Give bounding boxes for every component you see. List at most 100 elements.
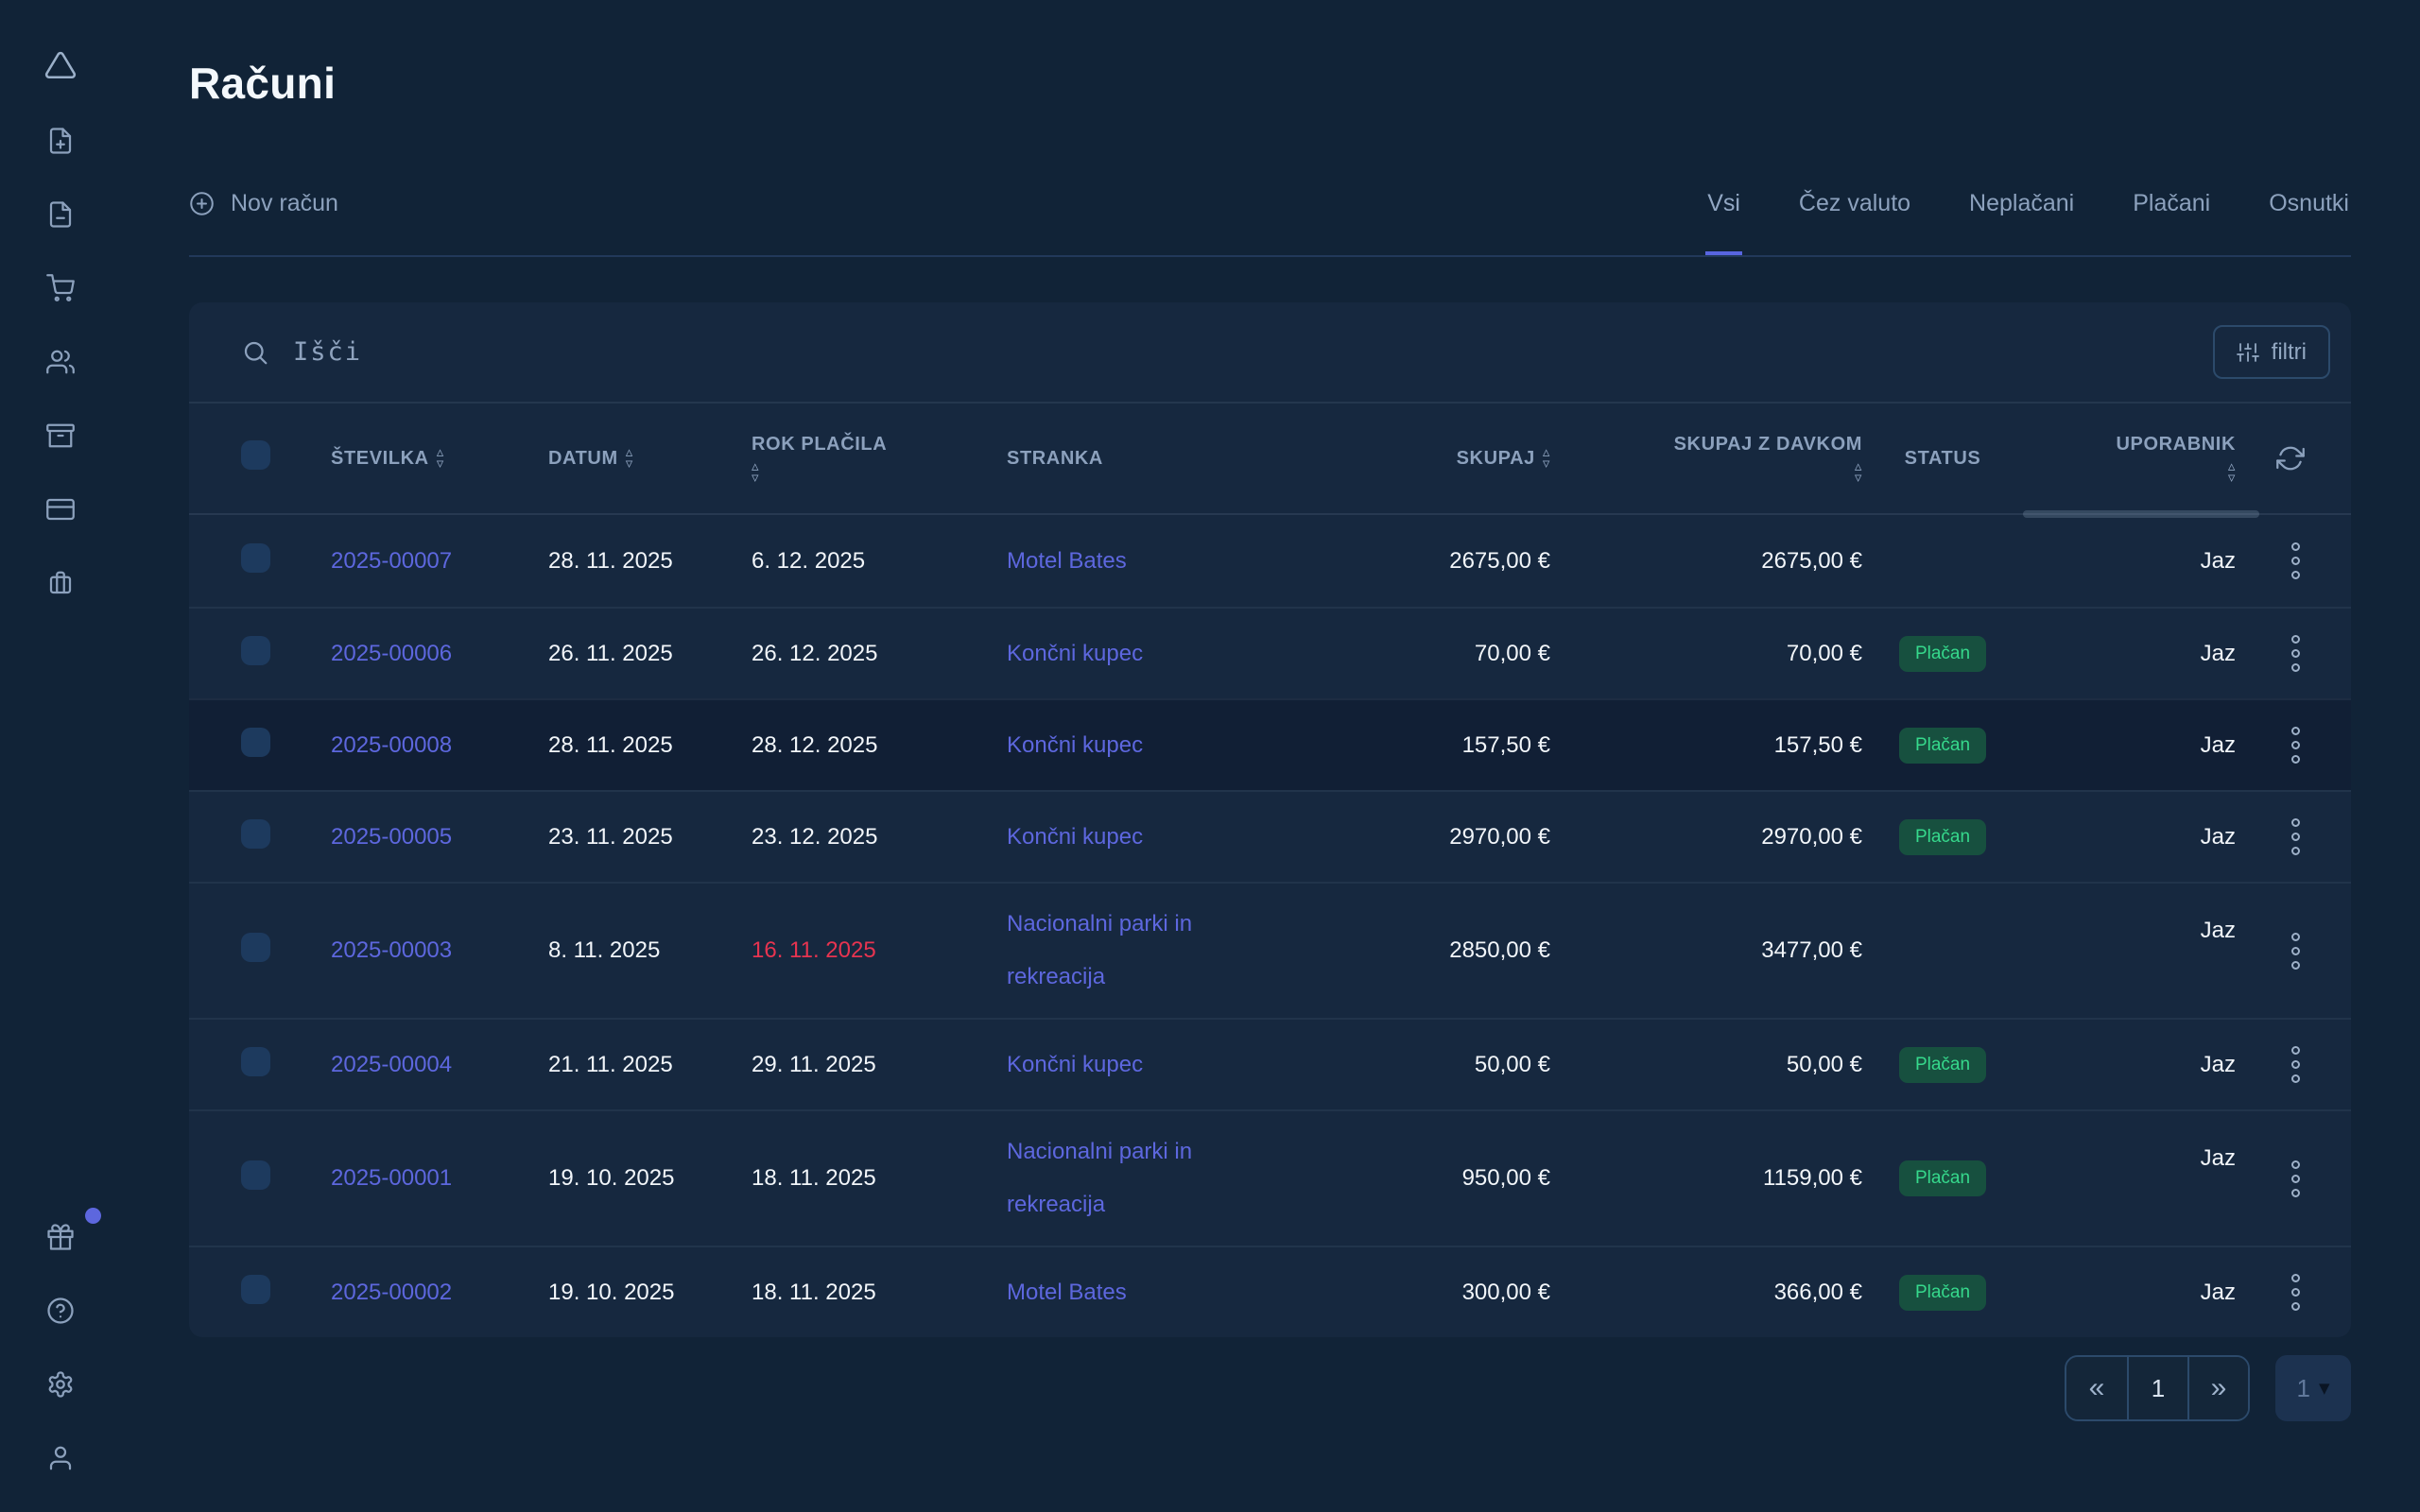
file-minus-icon[interactable]: [46, 200, 75, 229]
kebab-menu-icon[interactable]: [2286, 1268, 2306, 1316]
due-date: 18. 11. 2025: [752, 1280, 1007, 1306]
customer-link[interactable]: Končni kupec: [1007, 627, 1143, 680]
due-date: 28. 12. 2025: [752, 732, 1007, 759]
archive-icon[interactable]: [46, 421, 75, 450]
invoice-date: 19. 10. 2025: [548, 1280, 752, 1306]
search-row: filtri: [189, 302, 2351, 402]
kebab-menu-icon[interactable]: [2286, 813, 2306, 861]
current-page[interactable]: 1: [2127, 1357, 2187, 1419]
kebab-menu-icon[interactable]: [2286, 927, 2306, 975]
row-checkbox[interactable]: [241, 636, 270, 665]
horizontal-scrollbar-thumb[interactable]: [2023, 510, 2259, 518]
total-with-tax-amount: 50,00 €: [1550, 1052, 1862, 1078]
invoice-number-link[interactable]: 2025-00002: [331, 1280, 452, 1305]
sidebar: [0, 0, 121, 1512]
kebab-menu-icon[interactable]: [2286, 1155, 2306, 1203]
kebab-menu-icon[interactable]: [2286, 537, 2306, 585]
tab-vsi[interactable]: Vsi: [1705, 190, 1742, 255]
customer-link[interactable]: Motel Bates: [1007, 535, 1127, 588]
table-header: ŠTEVILKA ▵▿ DATUM ▵▿ ROK PLAČILA ▵▿ STRA…: [189, 402, 2351, 515]
row-checkbox[interactable]: [241, 819, 270, 849]
customer-link[interactable]: Končni kupec: [1007, 1039, 1143, 1091]
invoice-number-link[interactable]: 2025-00004: [331, 1052, 452, 1077]
settings-gear-icon[interactable]: [46, 1370, 75, 1399]
user-name: Jaz: [2023, 732, 2259, 759]
credit-card-icon[interactable]: [46, 495, 75, 524]
prev-page-button[interactable]: «: [2066, 1357, 2127, 1419]
refresh-icon[interactable]: [2276, 444, 2305, 472]
logo-triangle-icon[interactable]: [44, 49, 77, 81]
user-name: Jaz: [2023, 884, 2259, 944]
table-row: 2025-0000828. 11. 202528. 12. 2025Končni…: [189, 698, 2351, 790]
briefcase-icon[interactable]: [46, 569, 75, 597]
sort-icon[interactable]: ▵▿: [1855, 461, 1862, 484]
sort-icon[interactable]: ▵▿: [752, 461, 759, 484]
customer-link[interactable]: Nacionalni parki in rekreacija: [1007, 1125, 1229, 1231]
column-header-skupaj[interactable]: SKUPAJ ▵▿: [1371, 447, 1550, 470]
total-amount: 70,00 €: [1371, 641, 1550, 667]
invoice-number-link[interactable]: 2025-00001: [331, 1165, 452, 1191]
sort-icon[interactable]: ▵▿: [1543, 447, 1550, 470]
pager-control: « 1 »: [2065, 1355, 2250, 1421]
table-body: 2025-0000728. 11. 20256. 12. 2025Motel B…: [189, 515, 2351, 1337]
pagination: « 1 » 1 ▼: [189, 1355, 2351, 1421]
kebab-menu-icon[interactable]: [2286, 1040, 2306, 1089]
tab-cez-valuto[interactable]: Čez valuto: [1797, 190, 1912, 255]
column-header-datum[interactable]: DATUM ▵▿: [548, 447, 752, 470]
kebab-menu-icon[interactable]: [2286, 629, 2306, 678]
file-plus-icon[interactable]: [46, 127, 75, 155]
column-header-skupaj-z-davkom[interactable]: SKUPAJ Z DAVKOM ▵▿: [1550, 434, 1862, 484]
row-checkbox[interactable]: [241, 1160, 270, 1190]
column-header-status: STATUS: [1862, 448, 2023, 470]
users-icon[interactable]: [46, 348, 75, 376]
invoice-number-link[interactable]: 2025-00006: [331, 641, 452, 666]
kebab-menu-icon[interactable]: [2286, 721, 2306, 769]
user-name: Jaz: [2023, 641, 2259, 667]
user-icon[interactable]: [46, 1444, 75, 1472]
total-with-tax-amount: 366,00 €: [1550, 1280, 1862, 1306]
invoice-number-link[interactable]: 2025-00008: [331, 732, 452, 758]
user-name: Jaz: [2023, 1111, 2259, 1172]
sort-icon[interactable]: ▵▿: [437, 447, 444, 470]
invoice-number-link[interactable]: 2025-00005: [331, 824, 452, 850]
row-checkbox[interactable]: [241, 728, 270, 757]
row-checkbox[interactable]: [241, 1275, 270, 1304]
customer-link[interactable]: Končni kupec: [1007, 719, 1143, 772]
invoice-date: 28. 11. 2025: [548, 548, 752, 575]
row-checkbox[interactable]: [241, 543, 270, 573]
next-page-button[interactable]: »: [2187, 1357, 2248, 1419]
new-invoice-button[interactable]: Nov račun: [189, 190, 338, 255]
total-amount: 300,00 €: [1371, 1280, 1550, 1306]
select-all-checkbox[interactable]: [241, 440, 270, 470]
user-name: Jaz: [2023, 1052, 2259, 1078]
sort-icon[interactable]: ▵▿: [626, 447, 633, 470]
help-circle-icon[interactable]: [46, 1297, 75, 1325]
invoices-panel: filtri ŠTEVILKA ▵▿ DATUM ▵▿ ROK PLAČILA …: [189, 302, 2351, 1337]
tab-neplacani[interactable]: Neplačani: [1967, 190, 2076, 255]
column-header-uporabnik[interactable]: UPORABNIK ▵▿: [2023, 434, 2259, 484]
column-header-stevilka[interactable]: ŠTEVILKA ▵▿: [331, 447, 548, 470]
due-date: 26. 12. 2025: [752, 641, 1007, 667]
row-checkbox[interactable]: [241, 933, 270, 962]
due-date: 29. 11. 2025: [752, 1052, 1007, 1078]
customer-link[interactable]: Končni kupec: [1007, 811, 1143, 864]
tab-placani[interactable]: Plačani: [2131, 190, 2212, 255]
sort-icon[interactable]: ▵▿: [2228, 461, 2236, 484]
filters-button[interactable]: filtri: [2213, 325, 2330, 379]
search-input[interactable]: [293, 337, 2213, 367]
row-checkbox[interactable]: [241, 1047, 270, 1076]
column-header-rok-placila[interactable]: ROK PLAČILA ▵▿: [752, 434, 1007, 484]
invoice-number-link[interactable]: 2025-00003: [331, 937, 452, 963]
tab-osnutki[interactable]: Osnutki: [2267, 190, 2351, 255]
table-row: 2025-000038. 11. 202516. 11. 2025Naciona…: [189, 882, 2351, 1018]
invoice-number-link[interactable]: 2025-00007: [331, 548, 452, 574]
page-title: Računi: [189, 59, 2351, 109]
due-date: 16. 11. 2025: [752, 937, 1007, 964]
page-select-dropdown[interactable]: 1 ▼: [2275, 1355, 2351, 1421]
customer-link[interactable]: Motel Bates: [1007, 1266, 1127, 1319]
customer-link[interactable]: Nacionalni parki in rekreacija: [1007, 898, 1229, 1004]
gift-icon[interactable]: [46, 1223, 75, 1251]
shopping-cart-icon[interactable]: [46, 274, 75, 302]
total-with-tax-amount: 157,50 €: [1550, 732, 1862, 759]
column-header-stranka: STRANKA: [1007, 448, 1371, 470]
